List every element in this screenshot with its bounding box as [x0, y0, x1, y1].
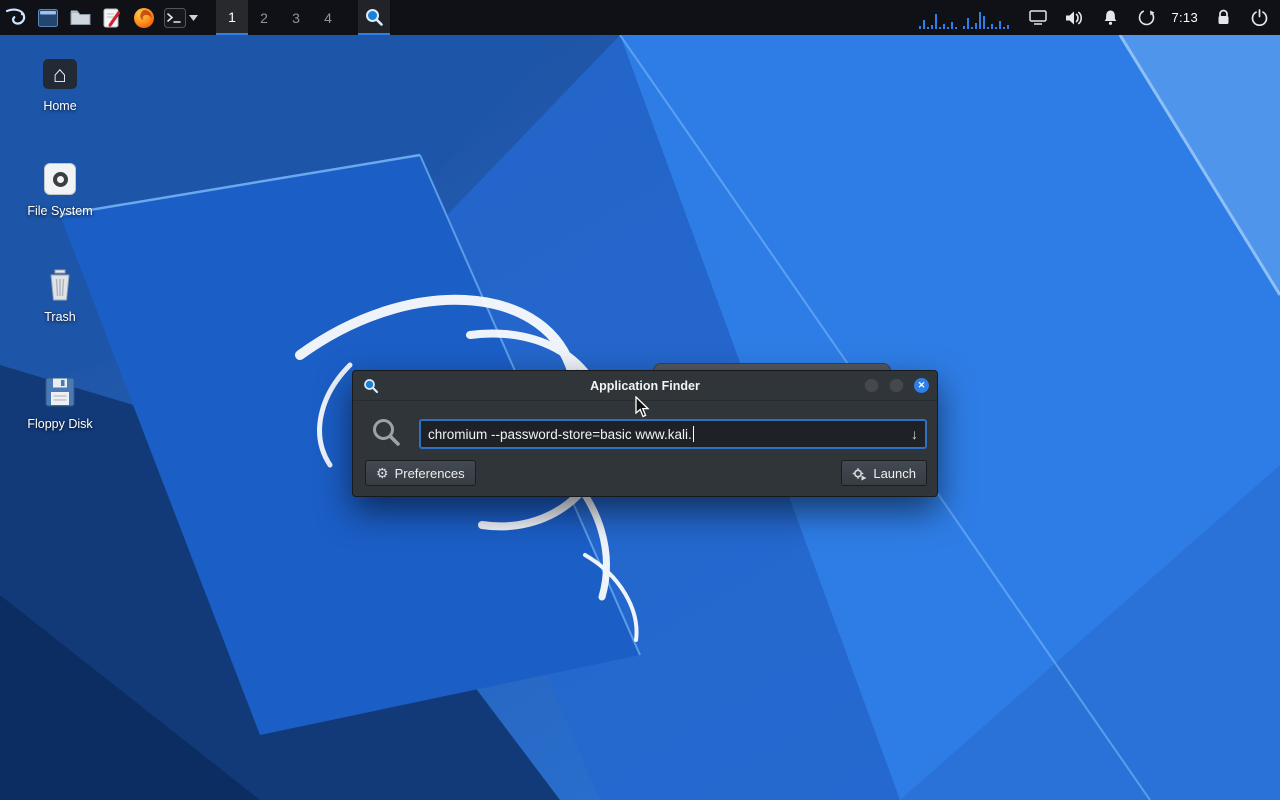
- close-button[interactable]: ✕: [914, 378, 929, 393]
- desktop-icon-label: Trash: [15, 310, 105, 324]
- folder-icon[interactable]: [64, 0, 96, 35]
- terminal-icon: [164, 8, 186, 28]
- panel-left: 1 2 3 4: [0, 0, 390, 35]
- app-finder-icon: [364, 7, 384, 27]
- firefox-icon[interactable]: [128, 0, 160, 35]
- app-finder-title-icon: [363, 378, 379, 394]
- desktop-icon-home[interactable]: ⌂ Home: [15, 55, 105, 113]
- terminal-launcher[interactable]: [160, 0, 202, 35]
- window-title: Application Finder: [590, 379, 700, 393]
- file-system-drive-icon: [44, 163, 76, 195]
- command-input-text: chromium --password-store=basic www.kali…: [428, 427, 692, 442]
- search-icon: [371, 417, 401, 447]
- launch-button-label: Launch: [873, 466, 916, 481]
- floppy-disk-icon: [45, 377, 75, 407]
- logout-tray[interactable]: [1248, 0, 1270, 35]
- desktop-icon-label: Home: [15, 99, 105, 113]
- text-editor-icon[interactable]: [96, 0, 128, 35]
- application-finder-window: Application Finder ✕ chromium --password…: [352, 370, 938, 497]
- update-status-tray[interactable]: [1135, 0, 1157, 35]
- home-icon: ⌂: [43, 59, 77, 89]
- launch-icon: [852, 466, 867, 481]
- close-icon: ✕: [918, 381, 926, 390]
- volume-tray[interactable]: [1063, 0, 1085, 35]
- panel-clock[interactable]: 7:13: [1171, 10, 1198, 25]
- power-icon: [1251, 9, 1268, 26]
- system-monitor-graph[interactable]: [918, 6, 1013, 30]
- workspace-3[interactable]: 3: [280, 0, 312, 35]
- update-arrow-icon: [1138, 9, 1155, 26]
- bell-icon: [1102, 9, 1119, 26]
- gear-icon: ⚙: [376, 466, 389, 480]
- notifications-tray[interactable]: [1099, 0, 1121, 35]
- preferences-button[interactable]: ⚙ Preferences: [365, 460, 476, 486]
- desktop-icon-label: Floppy Disk: [15, 417, 105, 431]
- mouse-cursor: [635, 396, 653, 420]
- terminal-dropdown-caret: [189, 15, 198, 21]
- speaker-icon: [1065, 10, 1083, 26]
- display-icon: [1029, 10, 1047, 25]
- desktop-icon-file-system[interactable]: File System: [15, 160, 105, 218]
- top-panel: 1 2 3 4: [0, 0, 1280, 35]
- desktop-icon-label: File System: [15, 204, 105, 218]
- workspace-2[interactable]: 2: [248, 0, 280, 35]
- display-settings-tray[interactable]: [1027, 0, 1049, 35]
- panel-right: 7:13: [918, 0, 1280, 35]
- maximize-button[interactable]: [889, 378, 904, 393]
- workspace-1[interactable]: 1: [216, 0, 248, 35]
- kali-menu-icon[interactable]: [0, 0, 32, 35]
- workspace-4[interactable]: 4: [312, 0, 344, 35]
- launch-button[interactable]: Launch: [841, 460, 927, 486]
- trash-can-icon: [46, 268, 74, 302]
- lock-icon: [1216, 9, 1231, 26]
- desktop-icon-trash[interactable]: Trash: [15, 266, 105, 324]
- workspace-switcher: 1 2 3 4: [216, 0, 344, 35]
- desktop-icon-floppy-disk[interactable]: Floppy Disk: [15, 373, 105, 431]
- dropdown-arrow-icon[interactable]: ↓: [903, 426, 918, 442]
- text-caret: [693, 426, 694, 442]
- taskbar-application-finder[interactable]: [358, 0, 390, 35]
- command-input[interactable]: chromium --password-store=basic www.kali…: [419, 419, 927, 449]
- preferences-button-label: Preferences: [395, 466, 465, 481]
- file-manager-window-icon[interactable]: [32, 0, 64, 35]
- lock-screen-tray[interactable]: [1212, 0, 1234, 35]
- minimize-button[interactable]: [864, 378, 879, 393]
